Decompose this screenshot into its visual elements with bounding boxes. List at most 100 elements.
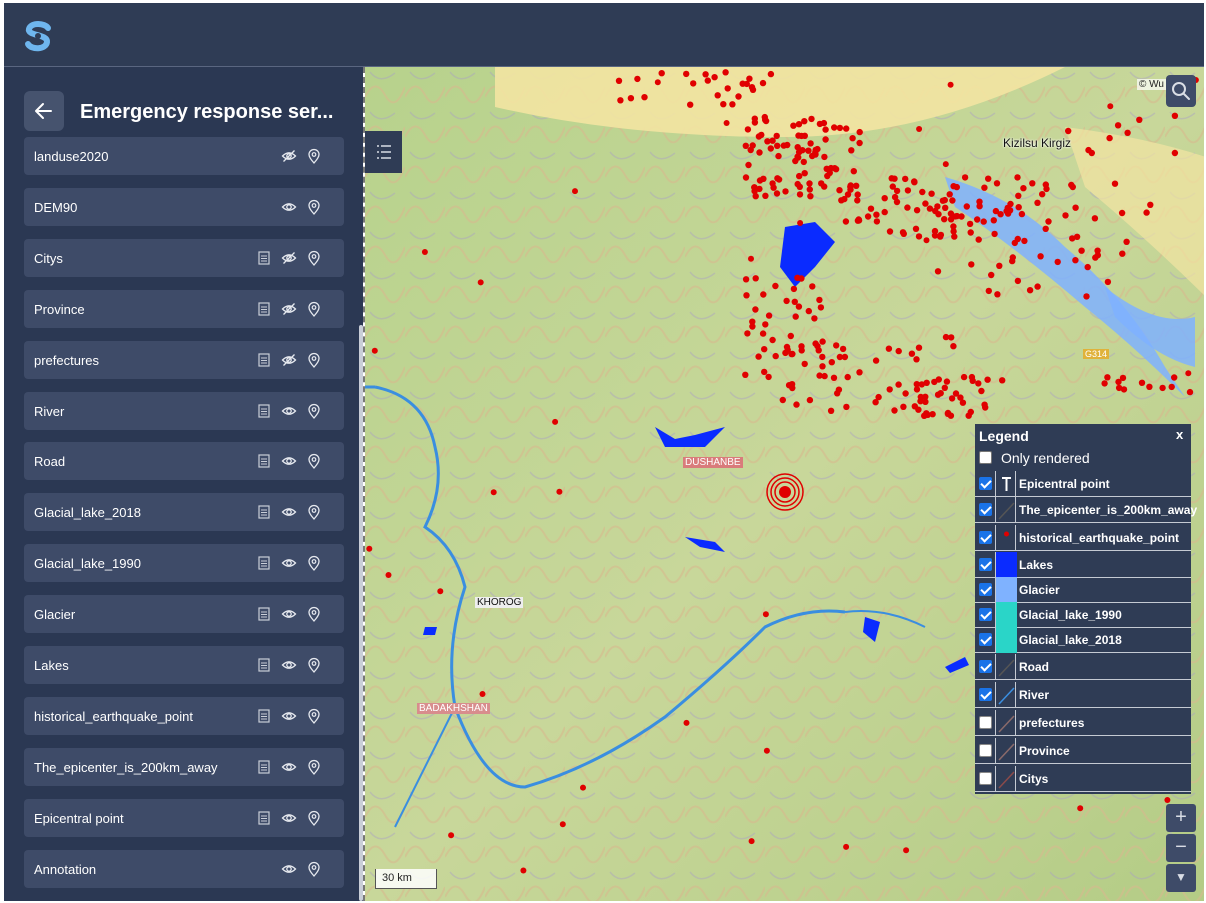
eye-icon[interactable] bbox=[281, 759, 297, 775]
layer-row[interactable]: Lakes bbox=[24, 646, 344, 684]
attribute-table-icon[interactable] bbox=[256, 810, 272, 826]
legend-item-checkbox[interactable] bbox=[979, 688, 992, 701]
legend-symbol bbox=[995, 497, 1016, 523]
layer-name: DEM90 bbox=[34, 199, 78, 215]
attribute-table-icon[interactable] bbox=[256, 352, 272, 368]
list-icon bbox=[377, 145, 391, 159]
attribute-table-icon[interactable] bbox=[256, 301, 272, 317]
logo-s-icon[interactable] bbox=[22, 19, 54, 53]
location-pin-icon[interactable] bbox=[306, 453, 322, 470]
layer-row[interactable]: prefectures bbox=[24, 340, 344, 379]
legend-item-checkbox[interactable] bbox=[979, 558, 992, 571]
legend-item-label: Citys bbox=[1019, 772, 1049, 786]
eye-off-icon[interactable] bbox=[281, 250, 297, 266]
layer-row[interactable]: River bbox=[24, 391, 344, 430]
attribute-table-icon[interactable] bbox=[256, 555, 272, 571]
eye-off-icon[interactable] bbox=[281, 301, 297, 317]
layer-list-toggle-button[interactable] bbox=[365, 131, 402, 173]
legend-item-label: Glacial_lake_1990 bbox=[1019, 608, 1122, 622]
legend-item-checkbox[interactable] bbox=[979, 531, 992, 544]
location-pin-icon[interactable] bbox=[306, 148, 322, 164]
location-pin-icon[interactable] bbox=[306, 352, 322, 368]
layer-row[interactable]: The_epicenter_is_200km_away bbox=[24, 747, 344, 786]
zoom-out-button[interactable]: − bbox=[1166, 834, 1196, 862]
layer-row[interactable]: Citys bbox=[24, 238, 344, 277]
layer-row[interactable]: Province bbox=[24, 289, 344, 328]
legend-item-checkbox[interactable] bbox=[979, 772, 992, 785]
attribute-table-icon[interactable] bbox=[256, 504, 272, 520]
location-pin-icon[interactable] bbox=[306, 606, 322, 623]
map-label-dushanbe: DUSHANBE bbox=[683, 457, 743, 468]
layer-row[interactable]: DEM90 bbox=[24, 187, 344, 226]
eye-icon[interactable] bbox=[281, 606, 297, 622]
legend-item: prefectures bbox=[975, 710, 1191, 736]
eye-icon[interactable] bbox=[281, 504, 297, 520]
location-pin-icon[interactable] bbox=[306, 250, 322, 266]
attribute-table-icon[interactable] bbox=[256, 657, 272, 673]
layer-name: Annotation bbox=[34, 861, 97, 877]
zoom-in-button[interactable]: + bbox=[1166, 804, 1196, 832]
eye-icon[interactable] bbox=[281, 199, 297, 215]
map-label-badakhshan: BADAKHSHAN bbox=[417, 703, 490, 714]
attribute-table-icon[interactable] bbox=[256, 606, 272, 622]
attribute-table-icon[interactable] bbox=[256, 708, 272, 724]
chevron-down-icon[interactable]: ▼ bbox=[1166, 864, 1196, 892]
legend-item-label: Province bbox=[1019, 744, 1070, 758]
attribute-table-icon[interactable] bbox=[256, 250, 272, 266]
location-pin-icon[interactable] bbox=[306, 555, 322, 572]
attribute-table-icon[interactable] bbox=[256, 403, 272, 419]
eye-icon[interactable] bbox=[281, 453, 297, 469]
layer-name: Province bbox=[34, 301, 85, 317]
eye-icon[interactable] bbox=[281, 555, 297, 571]
back-button[interactable] bbox=[24, 91, 64, 131]
eye-off-icon[interactable] bbox=[281, 148, 297, 164]
eye-icon[interactable] bbox=[281, 708, 297, 724]
map-label-kizilsu: Kizilsu Kirgiz bbox=[1003, 136, 1072, 150]
layer-row[interactable]: Annotation bbox=[24, 849, 344, 888]
legend-item: Road bbox=[975, 654, 1191, 680]
only-rendered-checkbox[interactable] bbox=[979, 451, 992, 464]
legend-symbol bbox=[995, 738, 1016, 764]
map-view[interactable]: © Wu Kizilsu Kirgiz DUSHANBE KHOROG BADA… bbox=[363, 67, 1204, 901]
attribute-table-icon[interactable] bbox=[256, 453, 272, 469]
layer-row[interactable]: Road bbox=[24, 442, 344, 481]
eye-icon[interactable] bbox=[281, 810, 297, 826]
legend-symbol bbox=[995, 682, 1016, 708]
legend-item-label: Lakes bbox=[1019, 558, 1054, 572]
layer-row[interactable]: Glacier bbox=[24, 595, 344, 634]
layer-row[interactable]: historical_earthquake_point bbox=[24, 696, 344, 735]
location-pin-icon[interactable] bbox=[306, 861, 322, 877]
eye-off-icon[interactable] bbox=[281, 352, 297, 368]
location-pin-icon[interactable] bbox=[306, 810, 322, 826]
legend-item-checkbox[interactable] bbox=[979, 503, 992, 516]
legend-item-checkbox[interactable] bbox=[979, 716, 992, 729]
eye-icon[interactable] bbox=[281, 657, 297, 673]
location-pin-icon[interactable] bbox=[306, 504, 322, 521]
layer-name: historical_earthquake_point bbox=[34, 708, 193, 724]
legend-symbol bbox=[995, 525, 1016, 551]
layer-row[interactable]: Glacial_lake_1990 bbox=[24, 544, 344, 583]
legend-item-checkbox[interactable] bbox=[979, 660, 992, 673]
attribute-table-icon[interactable] bbox=[256, 759, 272, 775]
location-pin-icon[interactable] bbox=[306, 759, 322, 775]
eye-icon[interactable] bbox=[281, 861, 297, 877]
eye-icon[interactable] bbox=[281, 403, 297, 419]
legend-item-checkbox[interactable] bbox=[979, 633, 992, 646]
legend-item-checkbox[interactable] bbox=[979, 608, 992, 621]
map-search-button[interactable] bbox=[1166, 75, 1196, 107]
search-icon bbox=[1172, 82, 1190, 100]
location-pin-icon[interactable] bbox=[306, 199, 322, 215]
location-pin-icon[interactable] bbox=[306, 708, 322, 724]
location-pin-icon[interactable] bbox=[306, 657, 322, 673]
legend-item-checkbox[interactable] bbox=[979, 744, 992, 757]
legend-item-checkbox[interactable] bbox=[979, 583, 992, 596]
layer-row[interactable]: landuse2020 bbox=[24, 137, 344, 175]
layer-name: Lakes bbox=[34, 658, 69, 673]
layer-row[interactable]: Epicentral point bbox=[24, 798, 344, 837]
location-pin-icon[interactable] bbox=[306, 403, 322, 419]
location-pin-icon[interactable] bbox=[306, 301, 322, 317]
legend-item-checkbox[interactable] bbox=[979, 477, 992, 490]
legend-close-button[interactable]: x bbox=[1176, 427, 1183, 442]
legend-item: historical_earthquake_point bbox=[975, 525, 1191, 551]
layer-row[interactable]: Glacial_lake_2018 bbox=[24, 493, 344, 532]
